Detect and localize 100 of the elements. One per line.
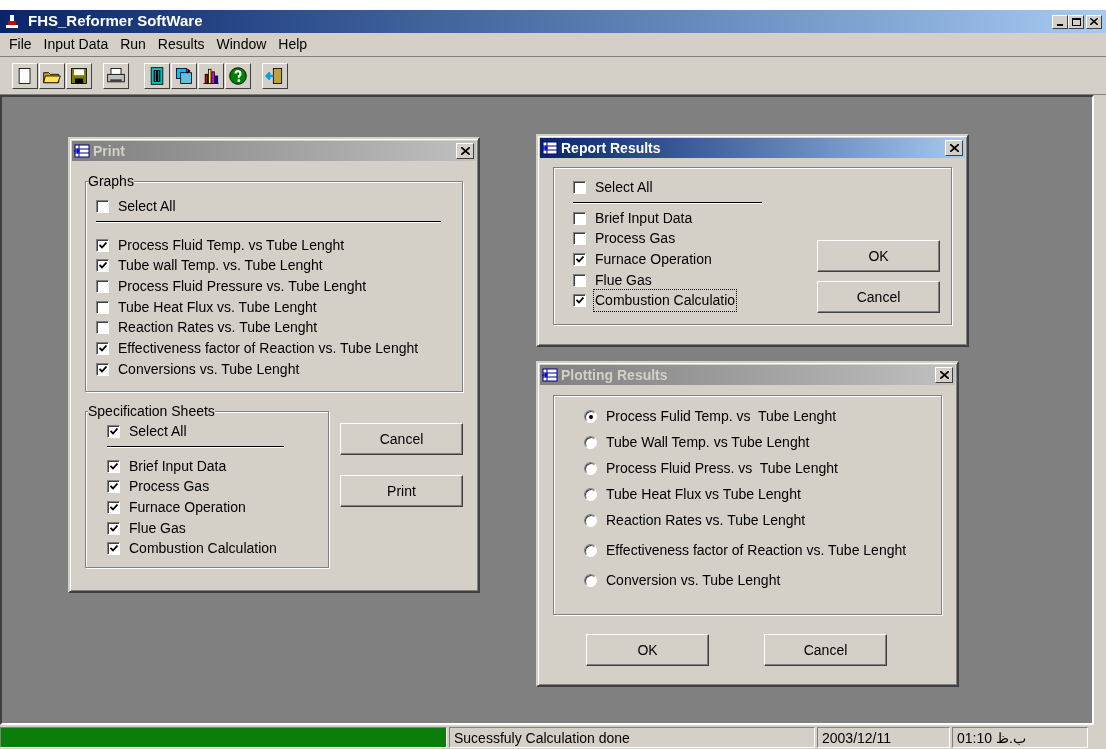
checkbox[interactable]: [107, 424, 120, 438]
radio-button[interactable]: [584, 574, 597, 587]
minimize-button[interactable]: [1052, 14, 1068, 29]
radio-button[interactable]: [584, 410, 597, 423]
radio-label[interactable]: Tube Heat Flux vs Tube Lenght: [606, 484, 801, 505]
window-title: FHS_Reformer SoftWare: [28, 11, 203, 32]
toolbar-button[interactable]: [66, 62, 92, 89]
checkbox-label[interactable]: Brief Input Data: [127, 454, 229, 478]
checkbox[interactable]: [96, 300, 109, 314]
checkbox-label[interactable]: Select All: [127, 419, 189, 443]
radio-dot-icon: [588, 414, 593, 419]
checkmark-icon: [98, 262, 107, 270]
checkbox[interactable]: [573, 180, 586, 194]
menu-item[interactable]: Input Data: [37, 32, 115, 57]
radio-button[interactable]: [584, 514, 597, 527]
save-icon: [69, 65, 89, 86]
dialog-button[interactable]: OK: [586, 634, 709, 666]
checkmark-icon: [575, 297, 584, 305]
status-date: 2003/12/11: [817, 727, 950, 748]
checkbox-label[interactable]: Conversions vs. Tube Lenght: [116, 357, 302, 381]
close-button[interactable]: [935, 367, 953, 383]
close-icon: [939, 371, 949, 379]
toolbar-button[interactable]: [144, 62, 170, 89]
checkmark-icon: [109, 427, 118, 435]
checkbox-label[interactable]: Flue Gas: [127, 516, 188, 540]
close-icon: [460, 147, 470, 155]
close-button[interactable]: [456, 143, 474, 159]
toolbar-button[interactable]: [12, 62, 38, 89]
toolbar-button[interactable]: [225, 62, 251, 89]
checkbox[interactable]: [573, 273, 586, 287]
checkbox-label[interactable]: Flue Gas: [593, 268, 654, 292]
radio-label[interactable]: Tube Wall Temp. vs Tube Lenght: [606, 432, 810, 453]
checkmark-icon: [109, 524, 118, 532]
menu-item[interactable]: Results: [151, 32, 211, 57]
checkbox[interactable]: [96, 362, 109, 376]
checkbox-label[interactable]: Process Fluid Temp. vs Tube Lenght: [116, 233, 347, 257]
checkmark-icon: [98, 241, 107, 249]
dialog-button[interactable]: Cancel: [764, 634, 887, 666]
documents-icon: [174, 65, 194, 86]
status-time: 01:10 ب.ظ: [952, 727, 1088, 748]
checkmark-icon: [98, 344, 107, 352]
toolbar-button[interactable]: [39, 62, 65, 89]
checkbox[interactable]: [96, 238, 109, 252]
checkbox[interactable]: [96, 341, 109, 355]
checkbox[interactable]: [107, 459, 120, 473]
group-label: Specification Sheets: [88, 403, 215, 419]
radio-label[interactable]: Reaction Rates vs. Tube Lenght: [606, 510, 806, 531]
checkbox[interactable]: [573, 232, 586, 246]
menu-item[interactable]: Help: [272, 32, 314, 57]
checkmark-icon: [98, 365, 107, 373]
menu-item[interactable]: File: [3, 32, 38, 57]
radio-label[interactable]: Process Fluid Press. vs Tube Lenght: [606, 458, 838, 479]
checkbox-label[interactable]: Combustion Calculation: [127, 537, 279, 561]
menu-item[interactable]: Run: [114, 32, 152, 57]
toolbar-button[interactable]: [198, 62, 224, 89]
checkbox[interactable]: [107, 500, 120, 514]
checkbox[interactable]: [573, 252, 586, 266]
checkbox-label[interactable]: Brief Input Data: [593, 206, 695, 230]
checkbox-label[interactable]: Tube Heat Flux vs. Tube Lenght: [116, 295, 319, 319]
checkbox[interactable]: [96, 279, 109, 293]
checkmark-icon: [109, 462, 118, 470]
close-icon: [1090, 18, 1098, 25]
close-button[interactable]: [945, 140, 963, 156]
minimize-icon: [1057, 23, 1063, 26]
checkbox-label[interactable]: Select All: [593, 175, 655, 199]
toolbar-button[interactable]: [103, 62, 129, 89]
radio-label[interactable]: Process Fulid Temp. vs Tube Lenght: [606, 406, 837, 427]
dialog-title: Report Results: [561, 138, 661, 158]
toolbar-button[interactable]: [171, 62, 197, 89]
radio-button[interactable]: [584, 544, 597, 557]
radio-button[interactable]: [584, 462, 597, 475]
help-icon: [228, 65, 248, 86]
dialog-button[interactable]: Print: [340, 475, 463, 507]
radio-label[interactable]: Effectiveness factor of Reaction vs. Tube Lenght: [606, 540, 907, 561]
menu-item[interactable]: Window: [210, 32, 273, 57]
close-icon: [949, 144, 959, 152]
dialog-button[interactable]: Cancel: [817, 281, 940, 313]
radio-button[interactable]: [584, 488, 597, 501]
checkbox[interactable]: [573, 211, 586, 225]
checkbox[interactable]: [96, 199, 109, 213]
radio-label[interactable]: Conversion vs. Tube Lenght: [606, 570, 781, 591]
dialog-title: Plotting Results: [561, 365, 668, 385]
checkbox[interactable]: [96, 259, 109, 273]
checkbox-label[interactable]: Select All: [116, 194, 178, 218]
dialog-button[interactable]: Cancel: [340, 423, 463, 455]
checkmark-icon: [109, 503, 118, 511]
maximize-button[interactable]: [1068, 14, 1084, 29]
checkbox[interactable]: [107, 480, 120, 494]
checkmark-icon: [109, 545, 118, 553]
form-icon: [542, 368, 558, 382]
close-button[interactable]: [1086, 14, 1102, 29]
checkbox[interactable]: [573, 294, 586, 308]
checkbox[interactable]: [96, 321, 109, 335]
radio-button[interactable]: [584, 436, 597, 449]
app-icon: [4, 13, 20, 30]
checkbox[interactable]: [107, 542, 120, 556]
checkbox-label[interactable]: Combustion Calculatio: [593, 289, 738, 313]
checkbox[interactable]: [107, 521, 120, 535]
dialog-button[interactable]: OK: [817, 240, 940, 272]
toolbar-button[interactable]: [262, 62, 288, 89]
